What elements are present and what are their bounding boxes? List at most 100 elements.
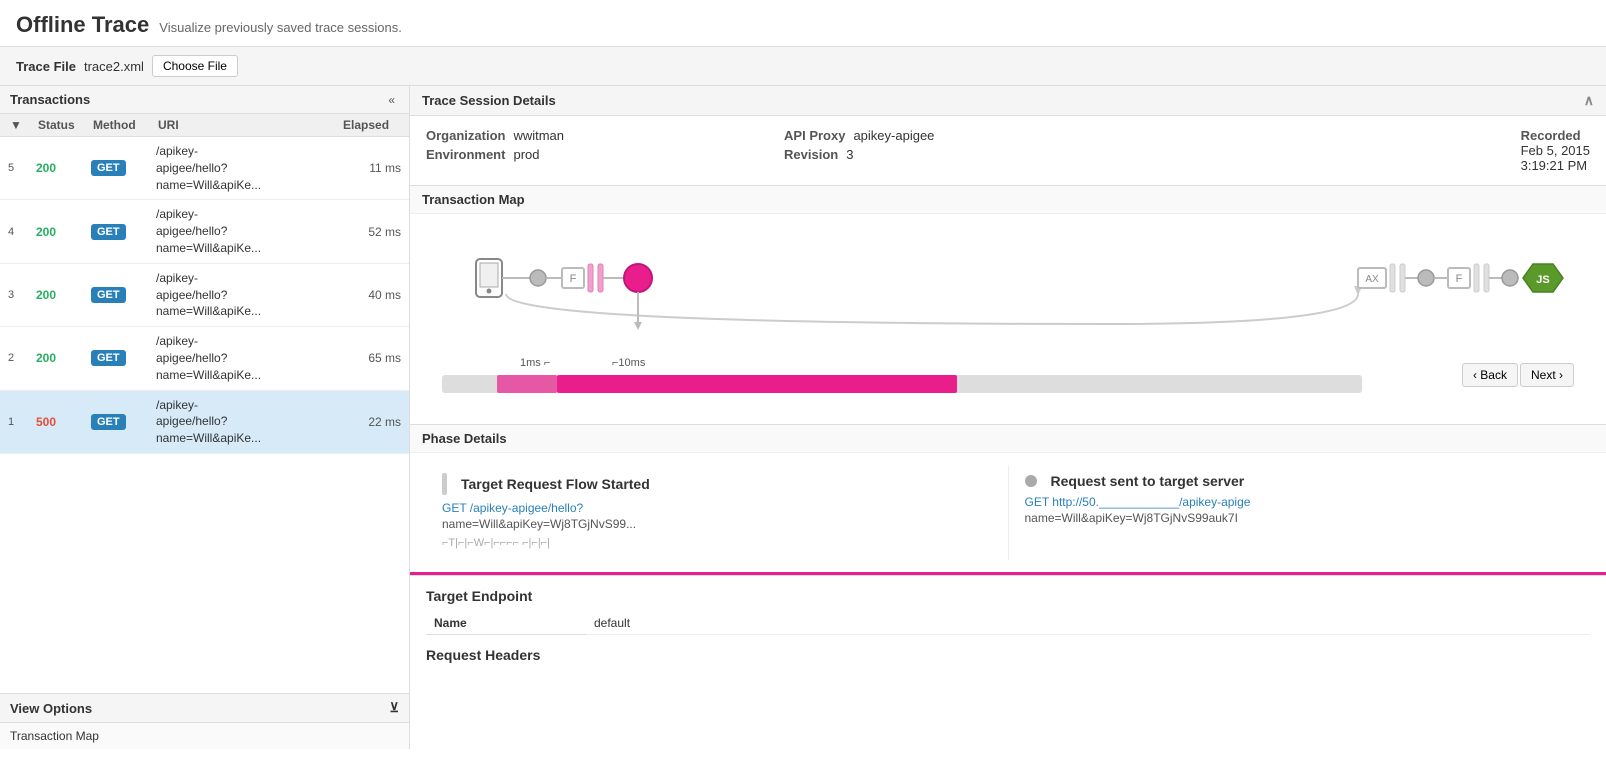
method-get: GET [91, 160, 126, 176]
recorded-label: Recorded [1521, 128, 1590, 143]
proxy-value: apikey-apigee [853, 128, 934, 143]
table-row[interactable]: 3 200 GET /apikey-apigee/hello?name=Will… [0, 264, 409, 327]
collapse-icon: ∧ [1584, 92, 1594, 109]
page-subtitle: Visualize previously saved trace session… [159, 20, 402, 35]
proxy-revision-group: API Proxy apikey-apigee Revision 3 [784, 128, 934, 173]
sort-icon[interactable]: ▼ [8, 118, 36, 132]
tx-uri: /apikey-apigee/hello?name=Will&apiKe... [156, 270, 341, 320]
tx-elapsed: 11 ms [341, 161, 401, 175]
col-uri: URI [156, 118, 341, 132]
phase-cards: Target Request Flow Started GET /apikey-… [410, 453, 1606, 575]
transaction-map-canvas: F AX [410, 214, 1606, 424]
endpoint-name-row: Name default [426, 612, 1590, 635]
request-headers-title: Request Headers [426, 647, 1590, 663]
svg-text:F: F [1456, 273, 1463, 285]
phase-card-2: Request sent to target server GET http:/… [1009, 465, 1591, 560]
svg-text:JS: JS [1536, 274, 1549, 286]
transaction-map-label: Transaction Map [410, 186, 1606, 214]
timeline-bar-phase1 [497, 375, 557, 393]
choose-file-button[interactable]: Choose File [152, 55, 238, 77]
left-panel: Transactions « ▼ Status Method URI Elaps… [0, 86, 410, 749]
method-badge-wrapper: GET [91, 414, 156, 430]
table-row[interactable]: 5 200 GET /apikey-apigee/hello?name=Will… [0, 137, 409, 200]
next-button[interactable]: Next › [1520, 363, 1574, 387]
tx-num: 3 [8, 289, 36, 301]
transaction-map-section: Transaction Map F [410, 186, 1606, 425]
phase-card-1-title: Target Request Flow Started [442, 473, 992, 495]
timeline-area: 1ms ⌐ ⌐10ms ‹ Back Next › [426, 357, 1590, 393]
page-title: Offline Trace [16, 12, 149, 38]
timeline-label-10ms: ⌐10ms [612, 357, 645, 369]
status-badge: 200 [36, 161, 91, 175]
env-label: Environment [426, 147, 505, 162]
tx-num: 5 [8, 162, 36, 174]
method-get: GET [91, 224, 126, 240]
transactions-column-headers: ▼ Status Method URI Elapsed [0, 114, 409, 137]
tx-uri: /apikey-apigee/hello?name=Will&apiKe... [156, 143, 341, 193]
status-badge: 200 [36, 351, 91, 365]
table-row[interactable]: 4 200 GET /apikey-apigee/hello?name=Will… [0, 200, 409, 263]
transactions-table: 5 200 GET /apikey-apigee/hello?name=Will… [0, 137, 409, 693]
method-badge-wrapper: GET [91, 350, 156, 366]
flow-diagram: F AX [426, 224, 1590, 354]
phase-card-2-link: GET http://50.____________/apikey-apige [1025, 495, 1575, 509]
col-method: Method [91, 118, 156, 132]
revision-label: Revision [784, 147, 838, 162]
org-label: Organization [426, 128, 505, 143]
target-endpoint-section: Target Endpoint Name default Request Hea… [410, 576, 1606, 679]
tx-elapsed: 22 ms [341, 415, 401, 429]
main-layout: Transactions « ▼ Status Method URI Elaps… [0, 86, 1606, 749]
session-details-title: Trace Session Details [422, 93, 556, 108]
phase-card-1-link-text[interactable]: GET /apikey-apigee/hello? [442, 501, 583, 515]
view-options-header[interactable]: View Options ⊻ [0, 693, 409, 723]
timeline-wrapper: 1ms ⌐ ⌐10ms [442, 357, 1450, 393]
org-row: Organization wwitman [426, 128, 564, 143]
tx-num: 4 [8, 226, 36, 238]
trace-file-name: trace2.xml [84, 59, 144, 74]
session-details-header: Trace Session Details ∧ [410, 86, 1606, 116]
tx-num: 2 [8, 352, 36, 364]
target-endpoint-title: Target Endpoint [426, 588, 1590, 604]
phase-card-2-title: Request sent to target server [1025, 473, 1575, 489]
trace-file-label: Trace File [16, 59, 76, 74]
phase-details-label: Phase Details [410, 425, 1606, 453]
tx-elapsed: 65 ms [341, 351, 401, 365]
table-row[interactable]: 2 200 GET /apikey-apigee/hello?name=Will… [0, 327, 409, 390]
view-options-item: Transaction Map [10, 729, 99, 743]
phase-card-1-text: name=Will&apiKey=Wj8TGjNvS99...⌐T|⌐|⌐W⌐|… [442, 515, 992, 552]
table-row[interactable]: 1 500 GET /apikey-apigee/hello?name=Will… [0, 391, 409, 454]
timeline-nav-buttons: ‹ Back Next › [1462, 363, 1574, 387]
phase-card-2-link-text[interactable]: GET http://50.____________/apikey-apige [1025, 495, 1251, 509]
method-get: GET [91, 350, 126, 366]
trace-file-bar: Trace File trace2.xml Choose File [0, 47, 1606, 86]
phase-card-1-link: GET /apikey-apigee/hello? [442, 501, 992, 515]
svg-text:F: F [570, 273, 577, 285]
tx-num: 1 [8, 416, 36, 428]
recorded-date: Feb 5, 2015 [1521, 143, 1590, 158]
method-badge-wrapper: GET [91, 224, 156, 240]
org-env-group: Organization wwitman Environment prod [426, 128, 564, 173]
back-button[interactable]: ‹ Back [1462, 363, 1518, 387]
timeline-bar-background [442, 375, 1362, 393]
phase-card-2-text: name=Will&apiKey=Wj8TGjNvS99auk7I [1025, 509, 1575, 527]
collapse-button[interactable]: « [384, 93, 399, 107]
endpoint-name-value: default [586, 612, 1590, 635]
view-options-label: View Options [10, 701, 92, 716]
phase-bar-icon [442, 473, 447, 495]
right-panel: Trace Session Details ∧ Organization wwi… [410, 86, 1606, 749]
revision-value: 3 [846, 147, 853, 162]
session-info: Organization wwitman Environment prod AP… [410, 116, 1606, 186]
method-badge-wrapper: GET [91, 287, 156, 303]
timeline-bar-phase2 [557, 375, 957, 393]
tx-elapsed: 40 ms [341, 288, 401, 302]
phase-card-1: Target Request Flow Started GET /apikey-… [426, 465, 1009, 560]
proxy-label: API Proxy [784, 128, 845, 143]
endpoint-table: Name default [426, 612, 1590, 635]
tx-uri: /apikey-apigee/hello?name=Will&apiKe... [156, 333, 341, 383]
col-status: Status [36, 118, 91, 132]
recorded-time: 3:19:21 PM [1521, 158, 1590, 173]
phase-dot-icon [1025, 475, 1037, 487]
phase-details-section: Phase Details Target Request Flow Starte… [410, 425, 1606, 576]
endpoint-name-label: Name [426, 612, 586, 635]
proxy-row: API Proxy apikey-apigee [784, 128, 934, 143]
